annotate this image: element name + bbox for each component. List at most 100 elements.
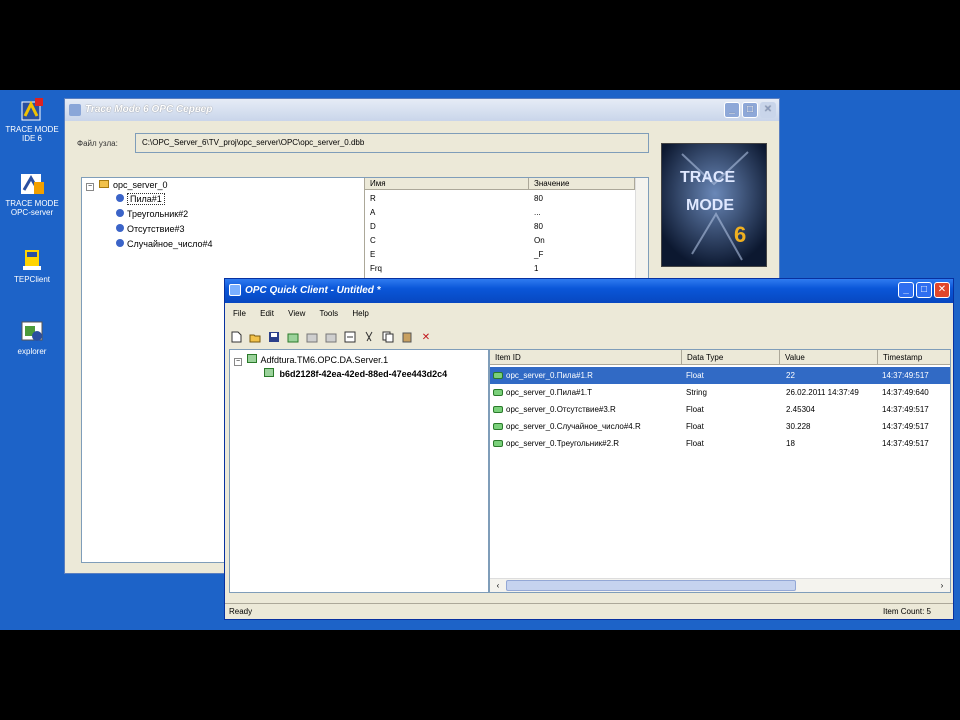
grid-cell: 1 (534, 264, 539, 273)
item-timestamp: 14:37:49:517 (882, 371, 929, 380)
app-icon (69, 104, 81, 116)
table-row[interactable]: opc_server_0.Пила#1.R Float 22 14:37:49:… (490, 367, 950, 384)
menu-file[interactable]: File (233, 309, 246, 318)
item-value: 22 (786, 371, 795, 380)
item-timestamp: 14:37:49:517 (882, 405, 929, 414)
new-icon[interactable] (229, 330, 243, 344)
delete-icon[interactable]: ✕ (419, 330, 433, 344)
menu-view[interactable]: View (288, 309, 305, 318)
grid-cell: R (370, 194, 376, 203)
copy-icon[interactable] (381, 330, 395, 344)
tree-root-label: opc_server_0 (113, 180, 168, 190)
item-icon (493, 389, 503, 397)
grid-header-value[interactable]: Значение (529, 178, 635, 190)
minimize-button[interactable]: _ (898, 282, 914, 298)
menu-bar: File Edit View Tools Help (233, 309, 381, 318)
server-node[interactable]: − Adfdtura.TM6.OPC.DA.Server.1 (234, 354, 388, 366)
item-value: 2.45304 (786, 405, 815, 414)
save-icon[interactable] (267, 330, 281, 344)
file-path-field[interactable]: C:\OPC_Server_6\TV_proj\opc_server\OPC\o… (135, 133, 649, 153)
add-item-icon[interactable] (324, 330, 338, 344)
trace-mode-logo: TRACE MODE 6 (661, 143, 767, 267)
table-row[interactable]: opc_server_0.Случайное_число#4.R Float 3… (490, 418, 950, 435)
tree-root[interactable]: − opc_server_0 (86, 180, 168, 191)
column-value[interactable]: Value (780, 350, 878, 365)
open-icon[interactable] (248, 330, 262, 344)
tag-icon (116, 224, 124, 232)
server-icon (246, 354, 257, 363)
item-value: 30.228 (786, 422, 811, 431)
maximize-button[interactable]: □ (916, 282, 932, 298)
scrollbar-thumb[interactable] (506, 580, 796, 591)
status-item-count: Item Count: 5 (882, 607, 931, 616)
server-node-label: Adfdtura.TM6.OPC.DA.Server.1 (260, 355, 389, 365)
grid-header-name[interactable]: Имя (365, 178, 529, 190)
group-icon (264, 368, 274, 377)
maximize-button[interactable]: □ (742, 102, 758, 118)
desktop-icon-label: TRACE MODE OPC-server (5, 199, 59, 217)
paste-icon[interactable] (400, 330, 414, 344)
tree-node-label: Случайное_число#4 (127, 239, 213, 249)
collapse-icon[interactable]: − (234, 358, 242, 366)
desktop-icon-opc-server[interactable]: TRACE MODE OPC-server (2, 170, 62, 217)
window-title: OPC Quick Client - Untitled * (245, 285, 381, 296)
tag-icon (116, 194, 124, 202)
group-node[interactable]: b6d2128f-42ea-42ed-88ed-47ee443d2c4 (264, 368, 447, 379)
grid-cell: C (370, 236, 376, 245)
app-icon (229, 284, 241, 296)
menu-edit[interactable]: Edit (260, 309, 274, 318)
tepclient-icon (19, 246, 45, 272)
minimize-button[interactable]: _ (724, 102, 740, 118)
item-icon (493, 406, 503, 414)
cut-icon[interactable] (362, 330, 376, 344)
grid-cell: On (534, 236, 545, 245)
tree-node-label: Пила#1 (127, 193, 165, 205)
table-row[interactable]: opc_server_0.Отсутствие#3.R Float 2.4530… (490, 401, 950, 418)
file-label: Файл узла: (77, 139, 118, 148)
collapse-icon[interactable]: − (86, 183, 94, 191)
item-id: opc_server_0.Пила#1.R (506, 371, 593, 380)
menu-tools[interactable]: Tools (319, 309, 338, 318)
item-type: Float (686, 439, 704, 448)
horizontal-scrollbar[interactable]: ‹ › (490, 578, 950, 592)
client-titlebar[interactable]: OPC Quick Client - Untitled * _ □ ✕ (225, 279, 953, 303)
grid-cell: Frq (370, 264, 382, 273)
status-bar: Ready Item Count: 5 (225, 603, 953, 619)
items-list: Item ID Data Type Value Timestamp opc_se… (489, 349, 951, 593)
table-row[interactable]: opc_server_0.Пила#1.T String 26.02.2011 … (490, 384, 950, 401)
scroll-left-icon[interactable]: ‹ (492, 580, 504, 591)
tree-node[interactable]: Случайное_число#4 (116, 239, 213, 249)
item-icon (493, 440, 503, 448)
item-timestamp: 14:37:49:517 (882, 439, 929, 448)
column-data-type[interactable]: Data Type (682, 350, 780, 365)
item-icon (493, 372, 503, 380)
opc-server-titlebar[interactable]: Trace Mode 6 OPC Сервер _ □ ✕ (65, 99, 779, 121)
desktop-icon-explorer[interactable]: explorer (2, 318, 62, 356)
column-timestamp[interactable]: Timestamp (878, 350, 950, 365)
tree-node[interactable]: Отсутствие#3 (116, 224, 185, 234)
desktop-icon-trace-ide[interactable]: TRACE MODE IDE 6 (2, 96, 62, 143)
desktop-icon-tepclient[interactable]: TEPClient (2, 246, 62, 284)
grid-cell: 80 (534, 222, 543, 231)
item-id: opc_server_0.Отсутствие#3.R (506, 405, 616, 414)
tree-node[interactable]: Пила#1 (116, 193, 165, 205)
desktop-icon-label: TRACE MODE IDE 6 (5, 125, 59, 143)
column-item-id[interactable]: Item ID (490, 350, 682, 365)
item-icon (493, 423, 503, 431)
svg-text:MODE: MODE (686, 197, 734, 214)
table-row[interactable]: opc_server_0.Треугольник#2.R Float 18 14… (490, 435, 950, 452)
add-group-icon[interactable] (305, 330, 319, 344)
add-server-icon[interactable] (286, 330, 300, 344)
properties-icon[interactable] (343, 330, 357, 344)
tree-node[interactable]: Треугольник#2 (116, 209, 188, 219)
item-type: Float (686, 371, 704, 380)
close-button[interactable]: ✕ (760, 102, 776, 118)
scroll-right-icon[interactable]: › (936, 580, 948, 591)
group-node-label: b6d2128f-42ea-42ed-88ed-47ee443d2c4 (279, 369, 448, 379)
desktop-icon-label: explorer (17, 347, 47, 356)
item-timestamp: 14:37:49:517 (882, 422, 929, 431)
explorer-icon (19, 318, 45, 344)
menu-help[interactable]: Help (352, 309, 368, 318)
folder-icon (98, 180, 109, 188)
close-button[interactable]: ✕ (934, 282, 950, 298)
